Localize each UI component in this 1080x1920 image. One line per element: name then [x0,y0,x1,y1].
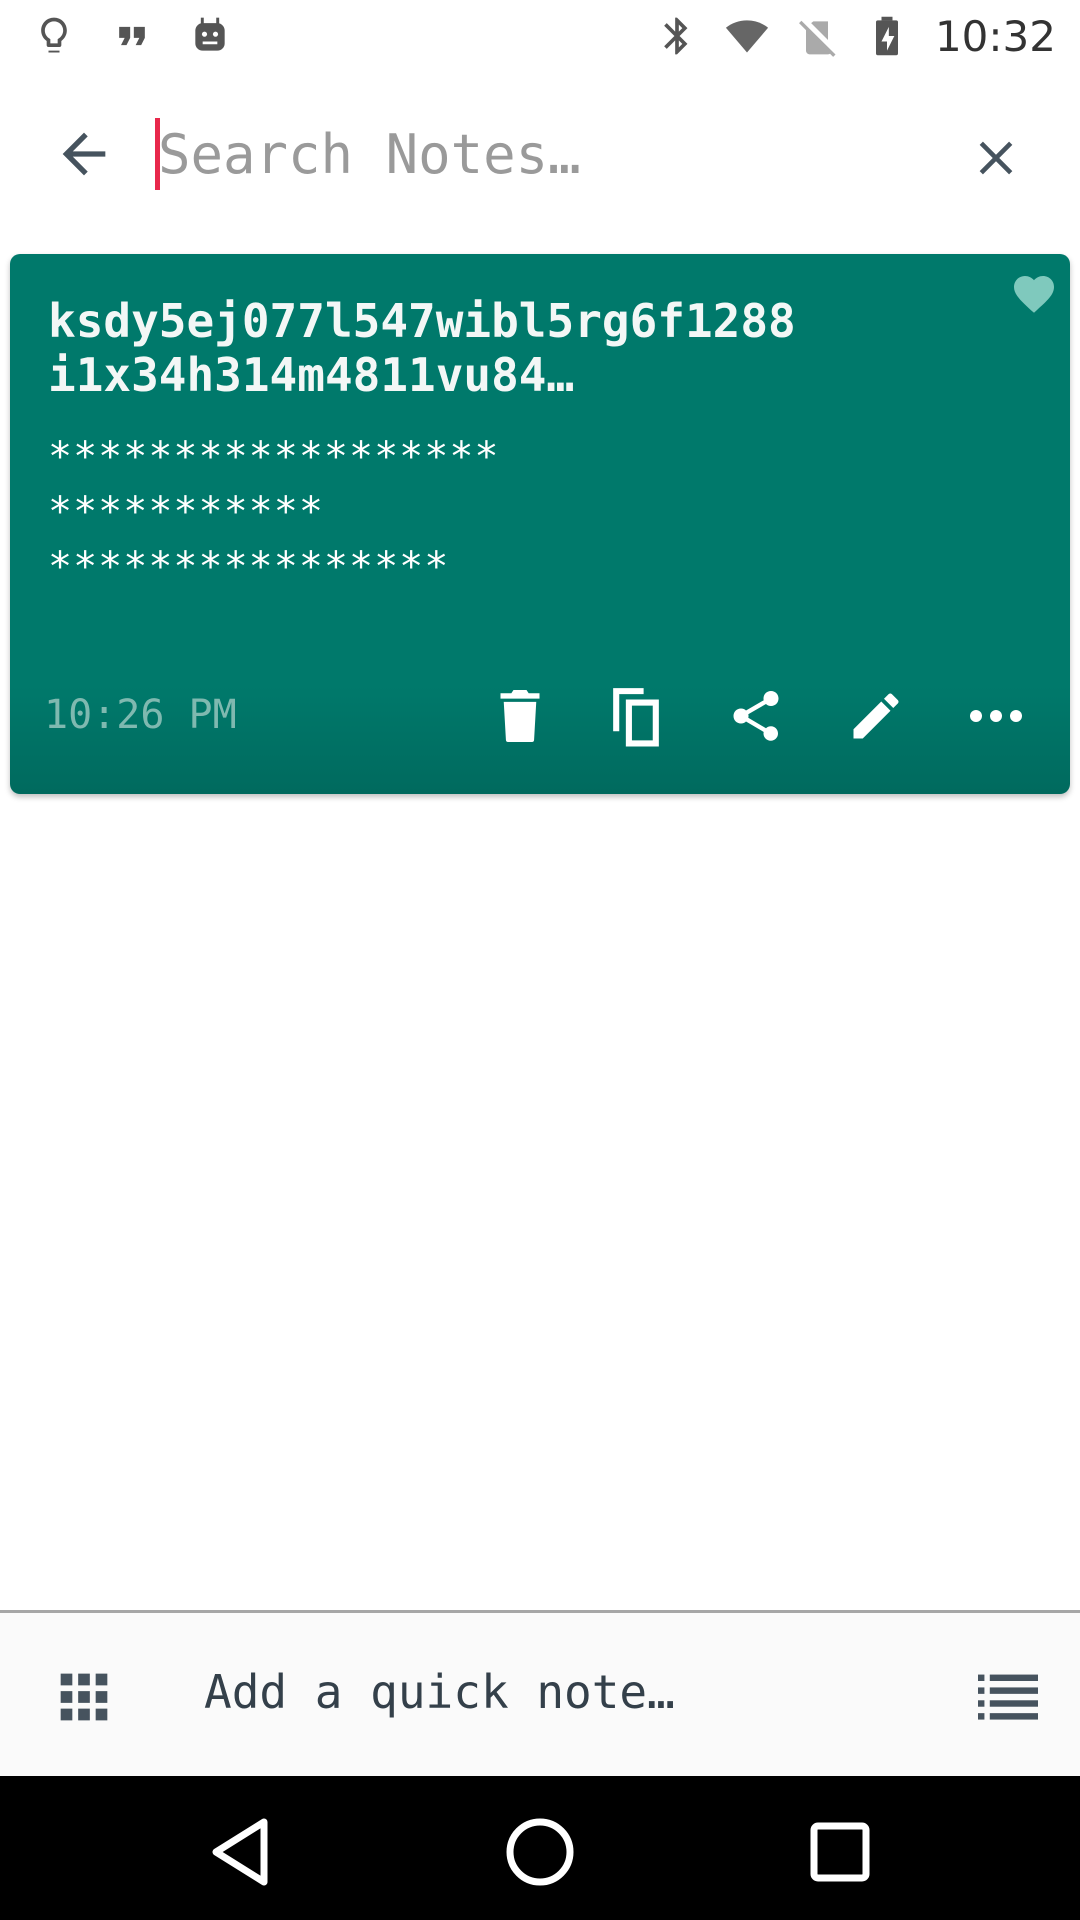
copy-button[interactable] [604,684,668,748]
status-left-icons [32,12,232,60]
battery-charging-icon [875,16,898,56]
quick-note-input[interactable] [204,1647,904,1737]
heart-icon[interactable] [1010,270,1058,314]
nav-home-icon[interactable] [500,1812,580,1892]
note-title: ksdy5ej077l547wibl5rg6f1288 i1x34h314m48… [48,294,988,402]
note-body-line: **************** [48,544,450,590]
grid-icon[interactable] [56,1669,112,1725]
list-icon[interactable] [978,1671,1038,1721]
delete-button[interactable] [488,684,552,748]
note-title-line: ksdy5ej077l547wibl5rg6f1288 [48,294,796,348]
status-time: 10:32 [934,11,1056,61]
nav-recents-icon[interactable] [800,1812,880,1892]
note-card[interactable]: ksdy5ej077l547wibl5rg6f1288 i1x34h314m48… [10,254,1070,794]
copy-icon [613,688,659,747]
navigation-bar [0,1776,1080,1920]
bluetooth-icon [664,17,688,55]
edit-icon [853,693,899,739]
quote-icon [119,26,145,46]
note-body-line: ****************** [48,434,500,480]
status-bar: 10:32 [0,0,1080,72]
more-icon [970,710,1022,722]
quick-note-bar [0,1610,1080,1776]
status-right-icons: 10:32 [655,10,1056,62]
delete-icon [500,690,540,742]
share-button[interactable] [724,684,788,748]
search-field[interactable] [150,112,950,196]
note-timestamp: 10:26 PM [44,692,237,738]
no-sim-icon [798,20,836,57]
share-icon [733,691,779,741]
nav-back-icon[interactable] [200,1812,280,1892]
lightbulb-icon [41,17,67,53]
close-icon[interactable] [968,130,1024,186]
wifi-icon [725,20,769,53]
note-body-line: *********** [48,489,324,535]
arrow-back-icon[interactable] [52,122,116,186]
more-button[interactable] [964,684,1028,748]
edit-button[interactable] [844,684,908,748]
note-body: ****************** *********** *********… [48,430,988,595]
search-input[interactable] [158,112,938,196]
note-title-line: i1x34h314m4811vu84… [48,348,575,402]
android-icon [195,17,225,51]
search-bar [0,72,1080,242]
